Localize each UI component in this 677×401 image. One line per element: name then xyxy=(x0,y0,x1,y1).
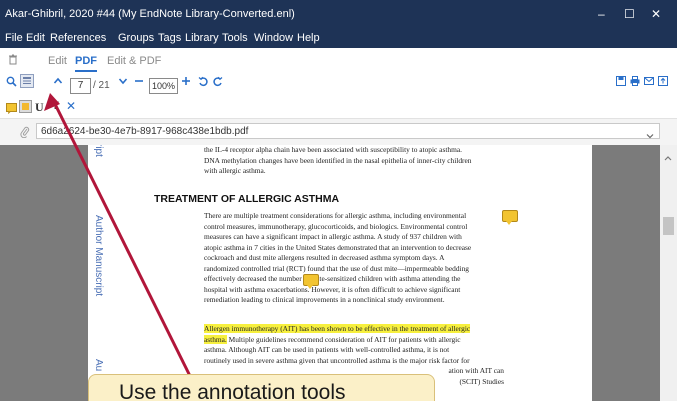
pointer-arrow xyxy=(44,93,192,377)
endnote-window: Akar-Ghibril, 2020 #44 (My EndNote Libra… xyxy=(0,0,677,401)
callout-text: Use the annotation tools xyxy=(119,381,346,401)
